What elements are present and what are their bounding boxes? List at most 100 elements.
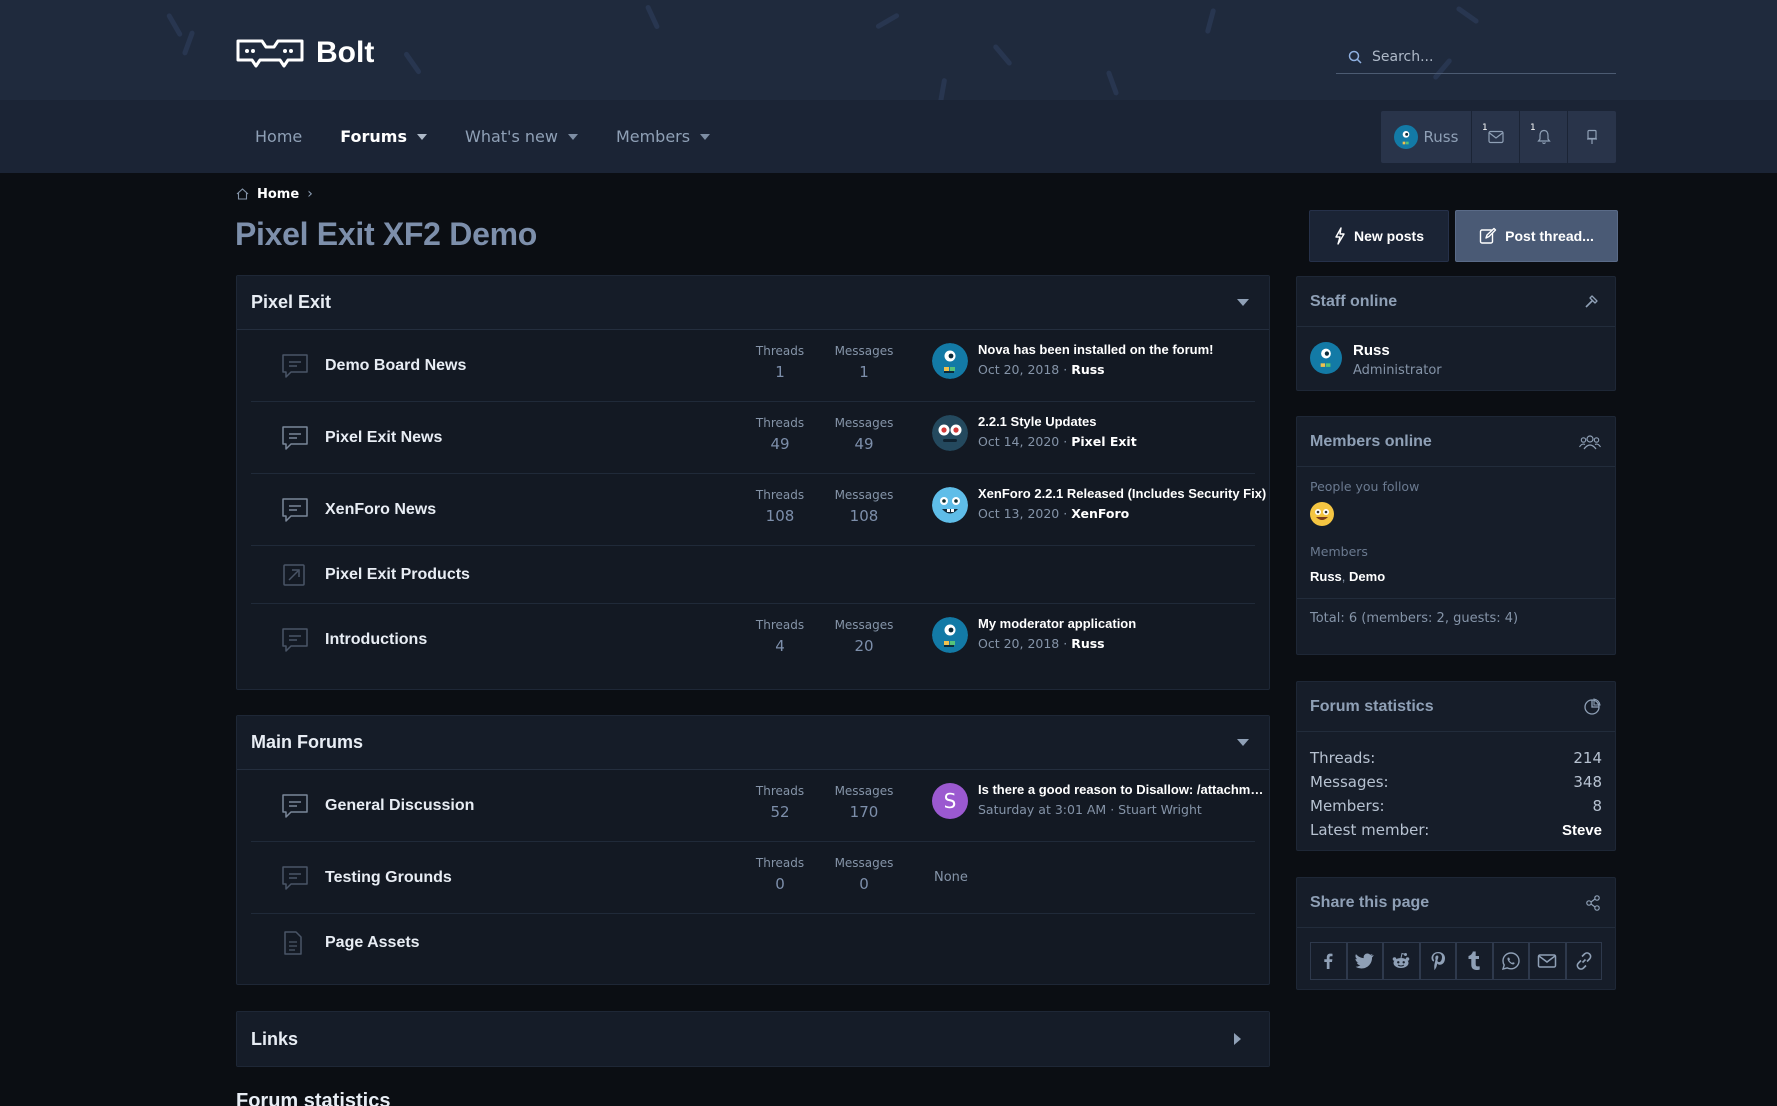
avatar[interactable] (932, 415, 968, 451)
site-logo[interactable]: Bolt (236, 36, 374, 70)
last-post-title-link[interactable]: My moderator application (978, 616, 1268, 631)
home-icon[interactable] (236, 188, 249, 200)
forum-title-link[interactable]: General Discussion (325, 797, 474, 815)
chevron-down-icon[interactable] (700, 133, 711, 140)
member-link[interactable]: Russ (1310, 569, 1342, 584)
category-title[interactable]: Pixel Exit (251, 292, 331, 313)
share-link-button[interactable] (1565, 942, 1602, 980)
threads-count: 52 (770, 803, 790, 821)
share-tumblr-button[interactable] (1456, 942, 1493, 980)
last-post-date[interactable]: Saturday at 3:01 AM (978, 802, 1106, 817)
alerts-button[interactable]: 1 (1520, 111, 1568, 163)
post-thread-label: Post thread... (1505, 228, 1594, 244)
last-post-date[interactable]: Oct 20, 2018 (978, 362, 1059, 377)
avatar[interactable] (1310, 502, 1602, 530)
header: Bolt (0, 0, 1777, 100)
category-block-links: Links (236, 1011, 1270, 1067)
expand-icon[interactable] (1234, 1033, 1241, 1045)
threads-stat: Threads 4 (745, 618, 815, 655)
share-email-button[interactable] (1529, 942, 1566, 980)
share-reddit-button[interactable] (1383, 942, 1420, 980)
threads-stat: Threads 0 (745, 856, 815, 893)
forum-title-link[interactable]: XenForo News (325, 501, 436, 519)
search-box[interactable] (1336, 40, 1616, 74)
document-icon (284, 931, 302, 955)
category-title[interactable]: Links (251, 1029, 298, 1050)
messages-count: 20 (854, 637, 874, 655)
category-header[interactable]: Pixel Exit (237, 276, 1269, 330)
share-twitter-button[interactable] (1346, 942, 1383, 980)
forum-title-link[interactable]: Testing Grounds (325, 869, 452, 887)
collapse-icon[interactable] (1237, 299, 1249, 306)
forum-title-link[interactable]: Demo Board News (325, 357, 466, 375)
staff-member: Russ Administrator (1297, 327, 1615, 393)
nav-whats-new[interactable]: What's new (446, 100, 597, 173)
last-post-date[interactable]: Oct 13, 2020 (978, 506, 1059, 521)
avatar[interactable] (932, 343, 968, 379)
threads-count: 49 (770, 435, 790, 453)
external-link-icon (283, 563, 305, 586)
messages-count: 1 (859, 363, 869, 381)
link-icon (1576, 952, 1592, 970)
nav-members[interactable]: Members (597, 100, 729, 173)
last-post-user-link[interactable]: Russ (1071, 636, 1104, 651)
account-menu[interactable]: Russ (1381, 111, 1472, 163)
category-title[interactable]: Main Forums (251, 732, 363, 753)
staff-name-link[interactable]: Russ (1353, 342, 1442, 359)
last-post-meta: Oct 20, 2018 · Russ (978, 636, 1105, 651)
collapse-icon[interactable] (1237, 739, 1249, 746)
threads-label: Threads (755, 488, 805, 502)
avatar[interactable] (932, 487, 968, 523)
pie-chart-icon (1584, 697, 1601, 715)
last-post-date[interactable]: Oct 20, 2018 (978, 636, 1059, 651)
share-icon (1586, 894, 1600, 911)
last-post-user-link[interactable]: Pixel Exit (1071, 434, 1137, 449)
last-post-title-link[interactable]: XenForo 2.2.1 Released (Includes Securit… (978, 486, 1268, 501)
member-link[interactable]: Demo (1349, 569, 1385, 584)
share-whatsapp-button[interactable] (1492, 942, 1529, 980)
last-post-title-link[interactable]: 2.2.1 Style Updates (978, 414, 1268, 429)
last-post-user-link[interactable]: Russ (1071, 362, 1104, 377)
chevron-down-icon[interactable] (567, 133, 578, 140)
last-post-user-link[interactable]: XenForo (1071, 506, 1129, 521)
forum-title-link[interactable]: Introductions (325, 631, 427, 649)
last-post-title-link[interactable]: Is there a good reason to Disallow: /att… (978, 782, 1268, 797)
breadcrumb: Home › (236, 186, 313, 202)
avatar[interactable]: S (932, 783, 968, 819)
share-pinterest-button[interactable] (1419, 942, 1456, 980)
post-thread-button[interactable]: Post thread... (1455, 210, 1618, 262)
share-facebook-button[interactable] (1310, 942, 1347, 980)
widget-title: Forum statistics (1310, 697, 1434, 715)
breadcrumb-home[interactable]: Home (257, 187, 299, 202)
forum-title-link[interactable]: Pixel Exit Products (325, 566, 470, 584)
last-post-date[interactable]: Oct 14, 2020 (978, 434, 1059, 449)
latest-member-link[interactable]: Steve (1562, 822, 1602, 839)
search-input[interactable] (1372, 48, 1612, 65)
nav-forums[interactable]: Forums (321, 100, 446, 173)
category-header[interactable]: Links (237, 1012, 1269, 1066)
section-heading: Forum statistics (236, 1090, 391, 1106)
nav-home[interactable]: Home (236, 100, 321, 173)
messages-label: Messages (834, 856, 894, 870)
search-icon (1348, 50, 1362, 64)
conversations-button[interactable]: 1 (1472, 111, 1520, 163)
messages-label: Messages (834, 488, 894, 502)
avatar[interactable] (1310, 342, 1342, 378)
last-post-meta: Saturday at 3:01 AM · Stuart Wright (978, 802, 1202, 817)
meta-separator: · (1063, 506, 1068, 521)
last-post-title-link[interactable]: Nova has been installed on the forum! (978, 342, 1268, 357)
messages-stat: Messages 108 (829, 488, 899, 525)
forum-title-link[interactable]: Pixel Exit News (325, 429, 442, 447)
alerts-badge: 1 (1530, 123, 1536, 133)
last-post-none: None (934, 870, 968, 885)
chevron-down-icon[interactable] (417, 133, 427, 140)
avatar[interactable] (932, 617, 968, 653)
forum-title-link[interactable]: Page Assets (325, 934, 420, 952)
category-header[interactable]: Main Forums (237, 716, 1269, 770)
chat-bubble-icon (282, 865, 308, 890)
new-posts-button[interactable]: New posts (1309, 210, 1449, 262)
chat-bubble-icon (282, 425, 308, 450)
last-post-meta: Oct 13, 2020 · XenForo (978, 506, 1129, 521)
threads-label: Threads (755, 856, 805, 870)
bookmarks-button[interactable] (1568, 111, 1616, 163)
